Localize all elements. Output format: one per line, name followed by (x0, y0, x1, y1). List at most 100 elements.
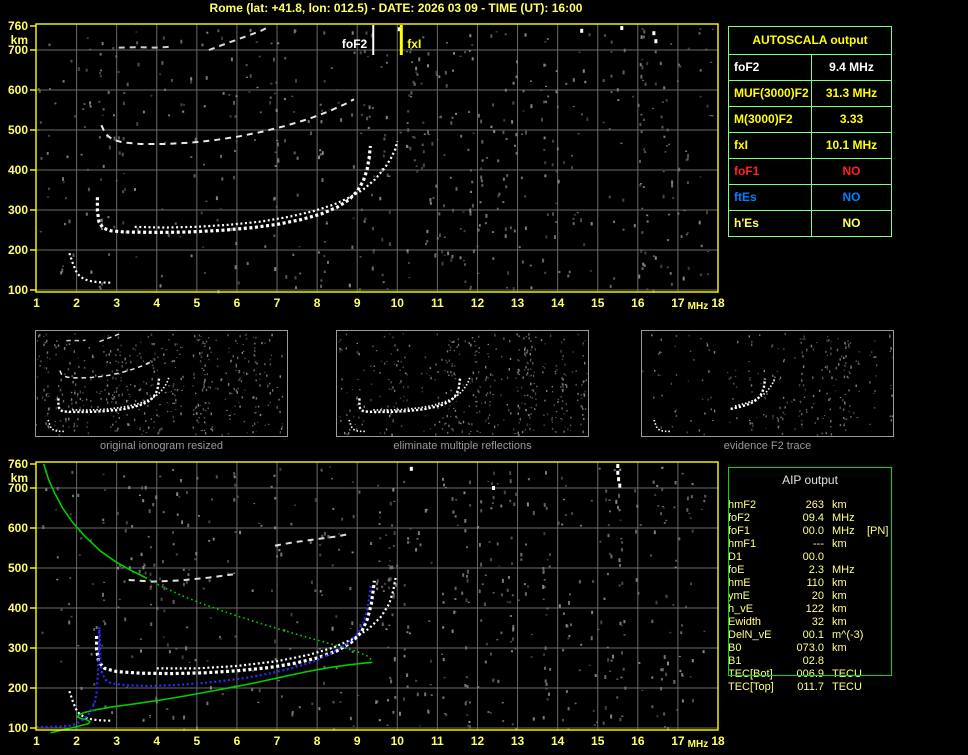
aip-row: TEC[Top] 011.7 TECU (728, 681, 892, 694)
aip-label: TEC[Top] (728, 681, 774, 693)
aip-value: 263 (805, 499, 824, 511)
aip-unit: km (832, 577, 847, 589)
aip-label: h_vE (728, 603, 754, 615)
svg-text:MHz: MHz (688, 301, 709, 312)
aip-row: foF2 09.4 MHz (728, 512, 892, 525)
autoscala-row: foF2 9.4 MHz (729, 55, 891, 81)
autoscala-table-header: AUTOSCALA output (729, 27, 891, 55)
aip-label: hmF2 (728, 499, 757, 511)
aip-extra (865, 616, 892, 629)
svg-text:100: 100 (8, 721, 28, 735)
aip-label: D1 (728, 551, 743, 563)
aip-label: foF1 (728, 525, 751, 537)
aip-row: hmF1 --- km (728, 538, 892, 551)
aip-unit: TECU (832, 681, 862, 693)
aip-output-table: AIP output hmF2 263 km foF2 09.4 MHz foF1 00.0 M… (728, 467, 892, 694)
svg-text:6: 6 (234, 734, 241, 748)
aip-extra: [PN] (867, 525, 889, 537)
svg-text:9: 9 (354, 296, 361, 310)
aip-value: 09.4 (802, 512, 824, 524)
aip-unit: km (832, 616, 847, 628)
svg-text:11: 11 (431, 296, 444, 310)
aip-unit: m^(-3) (832, 629, 864, 641)
svg-text:300: 300 (8, 641, 28, 655)
aip-row: foE 2.3 MHz (728, 564, 892, 577)
svg-text:18: 18 (711, 734, 725, 748)
svg-text:10: 10 (391, 734, 405, 748)
aip-unit (824, 655, 865, 668)
aip-extra (865, 499, 892, 512)
bottom-ionogram-canvas: 760700600500400300200100km1 2 3 4 5 6 7 8 9 10 11 1… (8, 457, 725, 750)
aip-label: ymE (728, 590, 750, 602)
svg-text:km: km (11, 471, 28, 485)
svg-text:200: 200 (8, 681, 28, 695)
top-ionogram-canvas: foF2 fxI760700600500400300200100km1 2 3 4 5 6 7… (8, 19, 725, 312)
autoscala-row: h'Es NO (729, 211, 891, 236)
aip-extra (865, 564, 892, 577)
svg-text:4: 4 (153, 296, 160, 310)
svg-text:11: 11 (431, 734, 444, 748)
autoscala-app-window: Rome (lat: +41.8, lon: 012.5) - DATE: 20… (0, 0, 968, 755)
autoscala-row: ftEs NO (729, 185, 891, 211)
svg-text:MHz: MHz (688, 739, 709, 750)
aip-unit: MHz (832, 564, 855, 576)
autoscala-parameter-label: ftEs (729, 185, 812, 210)
autoscala-parameter-label: foF1 (729, 159, 812, 184)
aip-label: foF2 (728, 512, 751, 524)
aip-extra (865, 512, 892, 525)
aip-label: foE (728, 564, 745, 576)
autoscala-parameter-value: 31.3 MHz (825, 86, 878, 100)
autoscala-parameter-label: h'Es (729, 211, 812, 236)
aip-label: B0 (728, 642, 742, 654)
svg-text:5: 5 (194, 296, 201, 310)
aip-extra (865, 681, 892, 694)
svg-text:2: 2 (73, 296, 80, 310)
aip-label: Ewidth (728, 616, 762, 628)
svg-text:6: 6 (234, 296, 241, 310)
aip-unit: TECU (832, 668, 862, 680)
autoscala-parameter-label: foF2 (729, 55, 812, 80)
aip-unit: km (832, 499, 847, 511)
thumbnail-canvas-1 (338, 333, 588, 437)
aip-value: --- (813, 538, 824, 550)
aip-row: ymE 20 km (728, 590, 892, 603)
aip-unit: km (832, 603, 847, 615)
aip-value: 02.8 (802, 655, 824, 667)
aip-extra (865, 655, 892, 668)
aip-value: 011.7 (797, 681, 824, 693)
aip-row: B1 02.8 (728, 655, 892, 668)
svg-text:300: 300 (8, 203, 28, 217)
aip-value: 00.0 (802, 551, 824, 563)
svg-text:8: 8 (314, 296, 321, 310)
aip-unit: km (832, 642, 847, 654)
autoscala-row: M(3000)F2 3.33 (729, 107, 891, 133)
aip-label: hmE (728, 577, 751, 589)
aip-row: hmE 110 km (728, 577, 892, 590)
svg-text:5: 5 (194, 734, 201, 748)
svg-text:400: 400 (8, 163, 28, 177)
aip-unit: km (832, 590, 847, 602)
svg-text:500: 500 (8, 561, 28, 575)
thumbnail-canvas-0 (35, 332, 284, 436)
svg-text:16: 16 (631, 296, 645, 310)
svg-text:600: 600 (8, 521, 28, 535)
aip-value: 00.1 (802, 629, 824, 641)
aip-row: TEC[Bot] 006.9 TECU (728, 668, 892, 681)
svg-text:760: 760 (8, 19, 28, 33)
aip-table-header: AIP output (782, 473, 838, 487)
aip-label: DelN_vE (728, 629, 772, 641)
autoscala-parameter-label: MUF(3000)F2 (729, 81, 812, 106)
thumbnail-eliminate-reflections (336, 330, 589, 437)
autoscala-parameter-value: 10.1 MHz (825, 138, 878, 152)
autoscala-parameter-value: NO (842, 190, 861, 204)
aip-label: B1 (728, 655, 742, 667)
aip-extra (865, 551, 892, 564)
svg-text:15: 15 (591, 296, 605, 310)
svg-text:3: 3 (113, 296, 120, 310)
svg-text:400: 400 (8, 601, 28, 615)
aip-value: 110 (806, 577, 824, 589)
aip-extra (865, 629, 892, 642)
bottom-ionogram-plot: 760 700 600 500 400 300 200 100 km 1 2 3 4 5 6 7 8 9 10 11 1… (0, 438, 740, 755)
svg-text:km: km (11, 33, 28, 47)
svg-text:9: 9 (354, 734, 361, 748)
